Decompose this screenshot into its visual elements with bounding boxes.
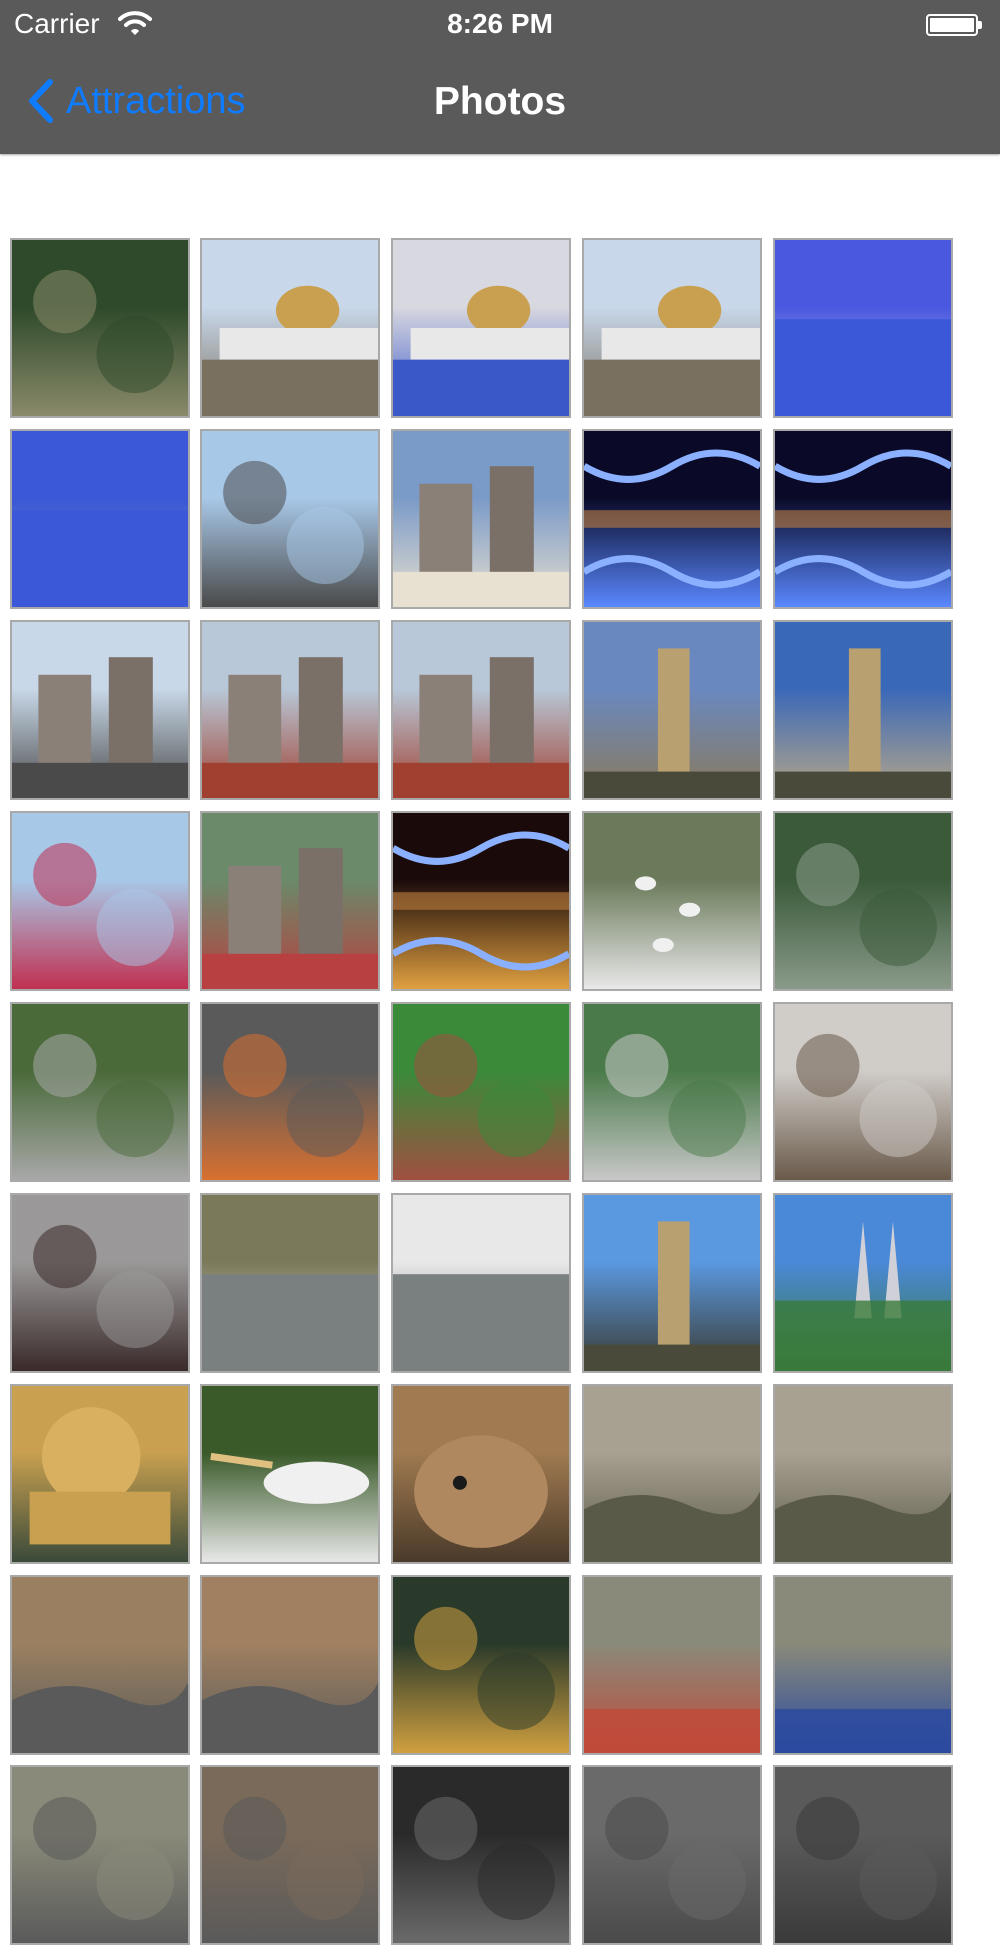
photo-image — [414, 1796, 555, 1921]
photo-thumbnail-colonial-building[interactable] — [391, 620, 571, 800]
photo-thumbnail-tower-sky[interactable] — [582, 620, 762, 800]
photo-thumbnail-night-lights[interactable] — [582, 429, 762, 609]
photo-image — [223, 1033, 364, 1158]
photo-thumbnail-mosque-dome[interactable] — [200, 238, 380, 418]
photo-thumbnail-partial[interactable] — [200, 1765, 380, 1945]
photo-thumbnail-deer[interactable] — [391, 1384, 571, 1564]
photo-image — [223, 1796, 364, 1921]
photo-image — [584, 648, 760, 798]
photo-thumbnail-mosque-dome-pool[interactable] — [391, 238, 571, 418]
photo-image — [393, 1274, 569, 1371]
photo-thumbnail-mosque-dome[interactable] — [582, 238, 762, 418]
photo-thumbnail-mossy-waterfall[interactable] — [10, 1002, 190, 1182]
photo-image — [605, 1796, 746, 1921]
photo-thumbnail-twin-towers-house[interactable] — [582, 1193, 762, 1373]
photo-thumbnail-crowd-square[interactable] — [10, 811, 190, 991]
navigation-bar: Carrier 8:26 PM Attractions Photos — [0, 0, 1000, 154]
photo-thumbnail-petronas-market[interactable] — [773, 1193, 953, 1373]
photo-image — [33, 269, 174, 394]
photo-thumbnail-waterfall-pond[interactable] — [773, 811, 953, 991]
photo-image — [775, 1709, 951, 1753]
photo-image — [393, 285, 569, 416]
photo-image — [775, 648, 951, 798]
photo-thumbnail-sultan-building-dome[interactable] — [391, 429, 571, 609]
photo-image — [393, 831, 569, 971]
photo-thumbnail-park-gate[interactable] — [10, 238, 190, 418]
photo-thumbnail-bare-branches[interactable] — [773, 1002, 953, 1182]
photo-image — [33, 1224, 174, 1349]
photo-image — [33, 842, 174, 967]
photo-image — [33, 1033, 174, 1158]
photo-thumbnail-misty-hills[interactable] — [582, 1384, 762, 1564]
photo-thumbnail-bird-park[interactable] — [391, 1002, 571, 1182]
photo-image — [775, 1491, 951, 1562]
photo-image — [775, 1221, 951, 1371]
status-bar: Carrier 8:26 PM — [0, 0, 1000, 50]
photo-thumbnail-lake-fountain[interactable] — [391, 1193, 571, 1373]
photo-image — [584, 1709, 760, 1753]
photo-image — [33, 1796, 174, 1921]
photo-image — [414, 1606, 555, 1731]
photo-image — [202, 657, 378, 798]
photo-thumbnail-night-lights[interactable] — [773, 429, 953, 609]
photo-image — [775, 319, 951, 416]
photo-image — [12, 510, 188, 607]
photo-image — [223, 460, 364, 585]
photo-image — [414, 1033, 555, 1158]
photo-image — [584, 285, 760, 416]
photo-thumbnail-blue-pool[interactable] — [10, 429, 190, 609]
photo-image — [584, 1221, 760, 1371]
photo-image — [584, 1491, 760, 1562]
photo-thumbnail-lion[interactable] — [10, 1384, 190, 1564]
photo-thumbnail-building-night[interactable] — [391, 811, 571, 991]
status-time: 8:26 PM — [447, 8, 553, 39]
battery-icon — [926, 14, 982, 36]
photo-thumbnail-aviary[interactable] — [582, 1002, 762, 1182]
photo-image — [202, 285, 378, 416]
photo-image — [393, 657, 569, 798]
photo-image — [605, 1033, 746, 1158]
photo-image — [775, 449, 951, 589]
photo-image — [12, 1682, 188, 1753]
photo-thumbnail-sea-of-clouds[interactable] — [200, 1575, 380, 1755]
photo-thumbnail-blue-pool-fountain[interactable] — [773, 238, 953, 418]
photo-thumbnail-pelican[interactable] — [200, 1384, 380, 1564]
photo-image — [393, 466, 569, 607]
photo-thumbnail-partial[interactable] — [582, 1765, 762, 1945]
photo-image — [12, 657, 188, 798]
photo-thumbnail-flamingos-water[interactable] — [582, 811, 762, 991]
photo-image — [584, 449, 760, 589]
photo-image — [29, 1407, 171, 1545]
photo-image — [202, 1682, 378, 1753]
photo-thumbnail-colonial-building[interactable] — [200, 620, 380, 800]
photo-image — [796, 842, 937, 967]
photo-thumbnail-cave-entrance[interactable] — [582, 1575, 762, 1755]
photo-thumbnail-flamingos-lake[interactable] — [200, 1193, 380, 1373]
photo-grid[interactable] — [0, 0, 1000, 1945]
photo-thumbnail-cave-crowd[interactable] — [773, 1575, 953, 1755]
photo-image — [202, 848, 378, 989]
photo-thumbnail-partial[interactable] — [10, 1765, 190, 1945]
photo-image — [796, 1796, 937, 1921]
photo-thumbnail-koi-fish[interactable] — [200, 1002, 380, 1182]
photo-thumbnail-perched-bird[interactable] — [10, 1193, 190, 1373]
page-title: Photos — [433, 80, 567, 123]
photo-thumbnail-city-view[interactable] — [200, 811, 380, 991]
photo-image — [796, 1033, 937, 1158]
photo-image — [210, 1452, 370, 1504]
photo-image — [635, 876, 701, 953]
photo-thumbnail-partial[interactable] — [391, 1765, 571, 1945]
photo-image — [414, 1435, 548, 1548]
photo-thumbnail-misty-hills[interactable] — [773, 1384, 953, 1564]
photo-thumbnail-city-street[interactable] — [10, 620, 190, 800]
photo-thumbnail-monument-fountain[interactable] — [200, 429, 380, 609]
photo-thumbnail-sea-of-clouds[interactable] — [10, 1575, 190, 1755]
photo-thumbnail-golden-statue-trees[interactable] — [391, 1575, 571, 1755]
photo-image — [202, 1274, 378, 1371]
photo-thumbnail-clock-tower[interactable] — [773, 620, 953, 800]
photo-thumbnail-partial[interactable] — [773, 1765, 953, 1945]
